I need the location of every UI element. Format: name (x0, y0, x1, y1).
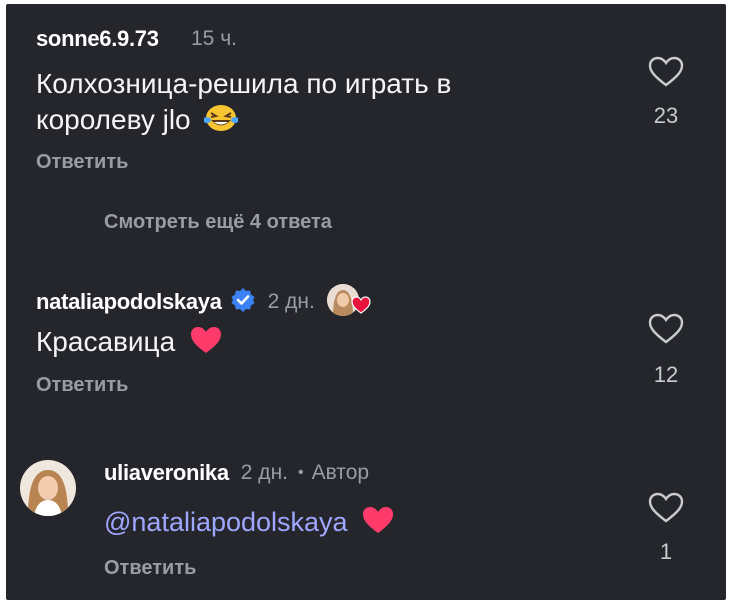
like-heart-icon[interactable] (648, 492, 684, 529)
laughing-tears-emoji-icon (203, 103, 240, 142)
comment-text: Красавица (36, 326, 176, 357)
comment-text-line1: Колхозница-решила по играть в (36, 68, 452, 99)
like-count: 12 (653, 362, 679, 387)
comment-text-line2-wrap: королеву jlo (36, 102, 240, 142)
view-more-replies-button[interactable]: Смотреть ещё 4 ответа (104, 211, 332, 234)
comment-username[interactable]: uliaveronika (104, 460, 229, 486)
reply-button[interactable]: Ответить (104, 557, 196, 580)
heart-emoji-icon (361, 505, 395, 544)
comment-time: 15 ч. (191, 27, 237, 50)
like-heart-icon[interactable] (648, 56, 684, 93)
comment-username[interactable]: sonne6.9.73 (36, 26, 159, 52)
reply-button[interactable]: Ответить (36, 151, 128, 174)
author-liked-indicator (326, 284, 371, 320)
comment-time: 2 дн. (267, 290, 315, 313)
comment-text-wrap: @nataliapodolskaya (104, 504, 395, 544)
like-heart-icon[interactable] (648, 313, 684, 350)
comments-panel: sonne6.9.73 15 ч. Колхозница-решила по и… (6, 4, 726, 600)
heart-icon (351, 296, 371, 319)
comment-text-wrap: Красавица (36, 324, 223, 364)
comment-username[interactable]: nataliapodolskaya (36, 289, 222, 315)
comment-header: uliaveronika 2 дн. • Автор (104, 460, 369, 486)
separator-dot: • (298, 464, 304, 481)
heart-emoji-icon (189, 325, 223, 364)
mention-link[interactable]: @nataliapodolskaya (104, 507, 348, 537)
reply-button[interactable]: Ответить (36, 374, 128, 397)
like-count: 23 (653, 103, 679, 128)
verified-badge-icon (230, 287, 256, 318)
comment-time: 2 дн. (240, 461, 288, 484)
like-count: 1 (659, 539, 673, 564)
author-label: Автор (311, 461, 370, 484)
avatar[interactable] (20, 460, 76, 516)
comment-header: nataliapodolskaya 2 дн. (36, 284, 371, 320)
comment-text-line2: королеву jlo (36, 104, 191, 135)
